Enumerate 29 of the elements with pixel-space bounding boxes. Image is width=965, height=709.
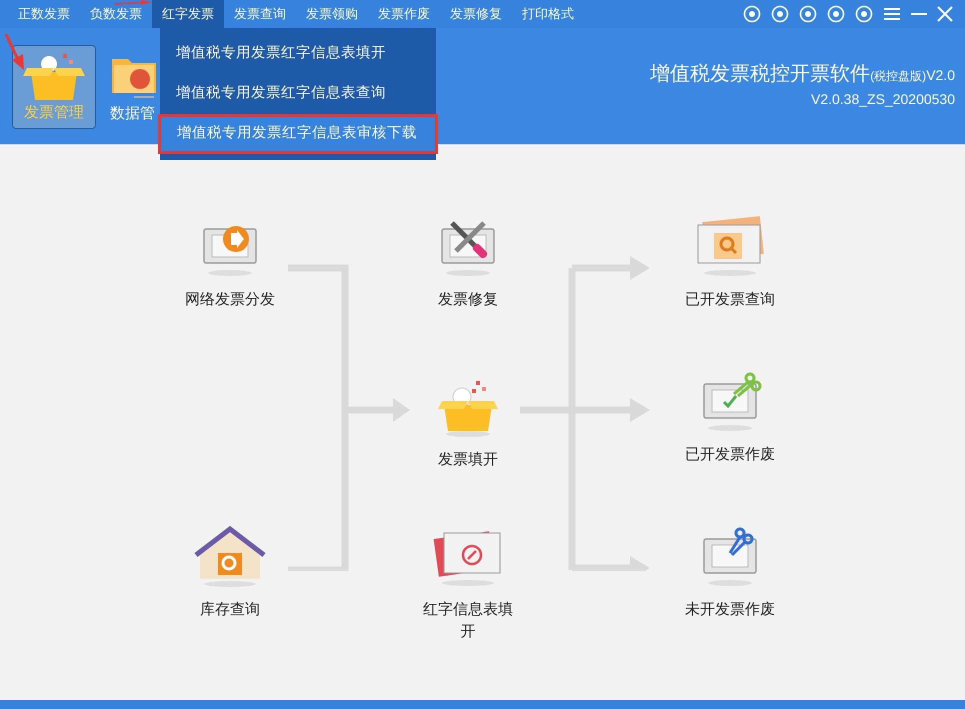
node-label[interactable]: 未开发票作废 (680, 599, 780, 621)
menu-item[interactable]: 负数发票 (80, 5, 152, 23)
menu-item[interactable]: 发票领购 (296, 5, 368, 23)
app-edition: (税控盘版) (870, 68, 926, 85)
node-label[interactable]: 已开发票查询 (680, 289, 780, 311)
node-label[interactable]: 红字信息表填开 (418, 599, 518, 643)
app-version-short: V2.0 (926, 66, 955, 85)
node-label[interactable]: 已开发票作废 (680, 444, 780, 466)
annotation-arrow-icon (4, 32, 26, 72)
menu-item[interactable]: 发票作废 (368, 5, 440, 23)
menu-item[interactable]: 打印格式 (512, 5, 584, 23)
minimize-icon[interactable] (911, 12, 927, 16)
node-label[interactable]: 库存查询 (180, 599, 280, 621)
menu-item[interactable]: 正数发票 (8, 5, 80, 23)
menu-item[interactable]: 发票修复 (440, 5, 512, 23)
app-title: 增值税发票税控开票软件 (650, 62, 870, 87)
node-label[interactable]: 网络发票分发 (180, 289, 280, 311)
close-icon[interactable] (937, 6, 953, 22)
annotation-arrow-icon (112, 0, 152, 5)
dropdown-item[interactable]: 增值税专用发票红字信息表查询 (160, 74, 436, 114)
menu-item[interactable]: 发票查询 (224, 5, 296, 23)
dropdown-item[interactable]: 增值税专用发票红字信息表填开 (160, 34, 436, 74)
node-label[interactable]: 发票填开 (418, 449, 518, 471)
menu-icon[interactable] (883, 7, 901, 21)
node-label[interactable]: 发票修复 (418, 289, 518, 311)
app-version: V2.0.38_ZS_20200530 (810, 90, 955, 109)
menu-item[interactable]: 红字发票 (152, 0, 224, 28)
house-search-icon (192, 525, 268, 587)
dropdown-item[interactable]: 增值税专用发票红字信息表审核下载 (158, 114, 438, 154)
